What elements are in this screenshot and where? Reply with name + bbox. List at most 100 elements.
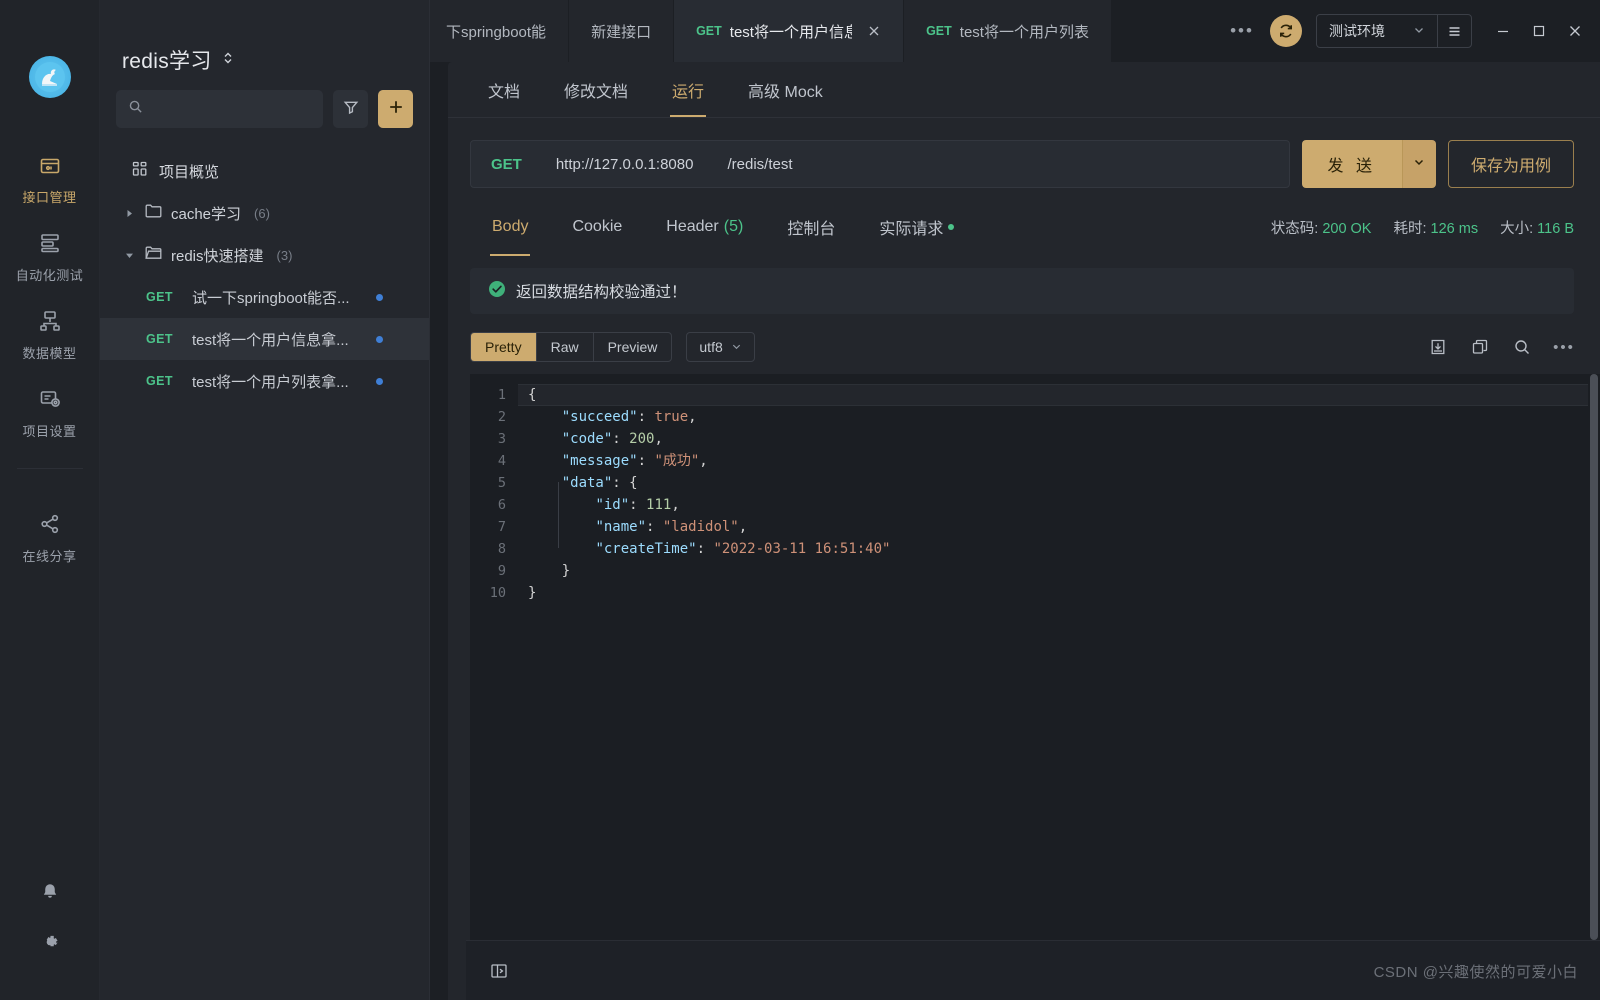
send-options-button[interactable] xyxy=(1401,140,1436,188)
tab-高级Mock[interactable]: 高级 Mock xyxy=(726,63,845,117)
chevron-down-icon xyxy=(1413,155,1425,173)
settings-gear-icon[interactable] xyxy=(38,930,62,954)
tree-label: redis快速搭建 xyxy=(171,247,264,265)
test-flow-icon xyxy=(37,230,63,256)
meta-label: 状态码: xyxy=(1270,220,1319,237)
add-button[interactable] xyxy=(378,90,413,128)
close-icon[interactable] xyxy=(866,23,881,39)
environment-name-area[interactable]: 测试环境 xyxy=(1317,15,1437,47)
request-host: http://127.0.0.1:8080 xyxy=(555,155,694,173)
sidebar-item-自动化测试[interactable]: 自动化测试 xyxy=(0,216,100,294)
tree-api-item[interactable]: GET 试一下springboot能否... xyxy=(100,276,429,318)
code-line: "data": { xyxy=(561,475,638,491)
copy-icon[interactable] xyxy=(1470,337,1490,357)
sidebar-item-接口管理[interactable]: 接口管理 xyxy=(0,138,100,216)
tree-api-item[interactable]: GET test将一个用户信息拿... xyxy=(100,318,429,360)
format-action-icons: ••• xyxy=(1428,337,1574,357)
sidebar-item-在线分享[interactable]: 在线分享 xyxy=(0,497,100,575)
tab-body[interactable]: Body xyxy=(470,208,550,256)
format-raw-button[interactable]: Raw xyxy=(537,333,594,361)
tab-修改文档[interactable]: 修改文档 xyxy=(542,63,650,117)
segment-label: Pretty xyxy=(485,339,522,355)
chevron-up-down-icon xyxy=(222,50,234,71)
tab-new-api[interactable]: 新建接口 xyxy=(569,0,675,62)
code-line-number: 5 xyxy=(497,475,506,491)
code-line: } xyxy=(528,563,571,579)
code-line: "id": 111, xyxy=(595,497,680,513)
close-icon[interactable] xyxy=(1566,22,1584,40)
doc-tab-strip: 文档 修改文档 运行 高级 Mock xyxy=(448,62,1600,118)
more-horizontal-icon[interactable]: ••• xyxy=(1553,337,1574,357)
send-button[interactable]: 发 送 xyxy=(1301,140,1402,188)
scrollbar-thumb[interactable] xyxy=(1590,374,1598,940)
code-line-number: 10 xyxy=(489,585,506,601)
segment-label: Preview xyxy=(607,339,658,355)
sidebar-item-数据模型[interactable]: 数据模型 xyxy=(0,294,100,372)
hamburger-menu-icon[interactable] xyxy=(1437,15,1471,47)
collapse-panel-icon[interactable] xyxy=(488,960,510,982)
tree-folder-redis[interactable]: redis快速搭建 (3) xyxy=(100,234,429,276)
left-icon-rail: 接口管理 自动化测试 数据模型 项目设置 在线分享 xyxy=(0,0,100,1000)
download-icon[interactable] xyxy=(1428,337,1448,357)
swan-logo-icon[interactable] xyxy=(28,56,71,98)
code-line-number: 4 xyxy=(497,453,506,469)
tab-header[interactable]: Header (5) xyxy=(644,208,765,246)
search-input[interactable] xyxy=(151,101,312,117)
tab-cookie[interactable]: Cookie xyxy=(550,208,644,246)
more-horizontal-icon[interactable]: ••• xyxy=(1228,17,1256,45)
project-switcher[interactable]: redis学习 xyxy=(100,0,429,78)
meta-value: 200 OK xyxy=(1322,220,1372,237)
doc-tab-label: 运行 xyxy=(672,84,705,101)
code-line-numbers: 1 2 3 4 5 6 7 8 9 10 xyxy=(470,374,518,940)
tab-springboot[interactable]: 下springboot能 xyxy=(430,0,570,62)
url-row: GET http://127.0.0.1:8080 /redis/test 发 … xyxy=(448,118,1600,188)
tab-文档[interactable]: 文档 xyxy=(466,63,542,117)
format-pretty-button[interactable]: Pretty xyxy=(471,333,537,361)
share-icon xyxy=(37,511,63,537)
check-circle-icon xyxy=(488,280,506,303)
request-method: GET xyxy=(491,155,522,173)
tree-api-item[interactable]: GET test将一个用户列表拿... xyxy=(100,360,429,402)
data-model-icon xyxy=(37,308,63,334)
maximize-icon[interactable] xyxy=(1530,22,1548,40)
tab-运行[interactable]: 运行 xyxy=(650,63,726,117)
sync-refresh-icon[interactable] xyxy=(1270,15,1302,47)
sidebar-item-项目设置[interactable]: 项目设置 xyxy=(0,372,100,450)
rail-bottom-group xyxy=(38,880,62,954)
unsaved-dot-icon xyxy=(376,377,383,385)
url-bar[interactable]: GET http://127.0.0.1:8080 /redis/test xyxy=(470,140,1290,188)
tab-actual-request[interactable]: 实际请求 xyxy=(857,208,976,246)
filter-button[interactable] xyxy=(333,90,369,128)
tab-title: test将一个用户列表 xyxy=(959,23,1089,41)
tab-user-list[interactable]: GET test将一个用户列表 xyxy=(904,0,1112,62)
code-content[interactable]: { "succeed": true, "code": 200, "message… xyxy=(518,374,1600,940)
size-meta: 大小: 116 B xyxy=(1500,217,1574,238)
tree-item-project-overview[interactable]: 项目概览 xyxy=(100,150,429,192)
environment-selector[interactable]: 测试环境 xyxy=(1316,14,1472,48)
status-code-meta: 状态码: 200 OK xyxy=(1271,217,1372,238)
search-icon[interactable] xyxy=(1512,337,1532,357)
response-tab-label: Body xyxy=(492,218,529,235)
rail-label: 在线分享 xyxy=(22,549,77,564)
code-vertical-scrollbar[interactable] xyxy=(1588,374,1600,940)
api-name: test将一个用户列表拿... xyxy=(192,373,349,391)
search-box[interactable] xyxy=(116,90,324,128)
tab-title: 新建接口 xyxy=(591,23,652,41)
notification-bell-icon[interactable] xyxy=(38,880,62,904)
http-method: GET xyxy=(146,290,173,304)
project-name: redis学习 xyxy=(122,50,212,73)
code-line: } xyxy=(528,585,537,601)
minimize-icon[interactable] xyxy=(1494,22,1512,40)
encoding-selector[interactable]: utf8 xyxy=(686,332,755,362)
tab-user-info[interactable]: GET test将一个用户信息 xyxy=(674,0,905,62)
tab-console[interactable]: 控制台 xyxy=(765,208,857,246)
api-tree: 项目概览 cache学习 (6) redis快速搭建 (3) GET 试一下sp… xyxy=(100,150,429,1000)
code-line-number: 9 xyxy=(497,563,506,579)
rail-label: 接口管理 xyxy=(22,190,77,205)
api-name: test将一个用户信息拿... xyxy=(192,331,349,349)
tree-folder-cache[interactable]: cache学习 (6) xyxy=(100,192,429,234)
format-preview-button[interactable]: Preview xyxy=(594,333,672,361)
tab-title: test将一个用户信息 xyxy=(729,23,852,41)
response-code-viewer[interactable]: 1 2 3 4 5 6 7 8 9 10 { "succeed": true, "code": 2… xyxy=(470,374,1600,940)
save-as-case-button[interactable]: 保存为用例 xyxy=(1447,140,1574,188)
